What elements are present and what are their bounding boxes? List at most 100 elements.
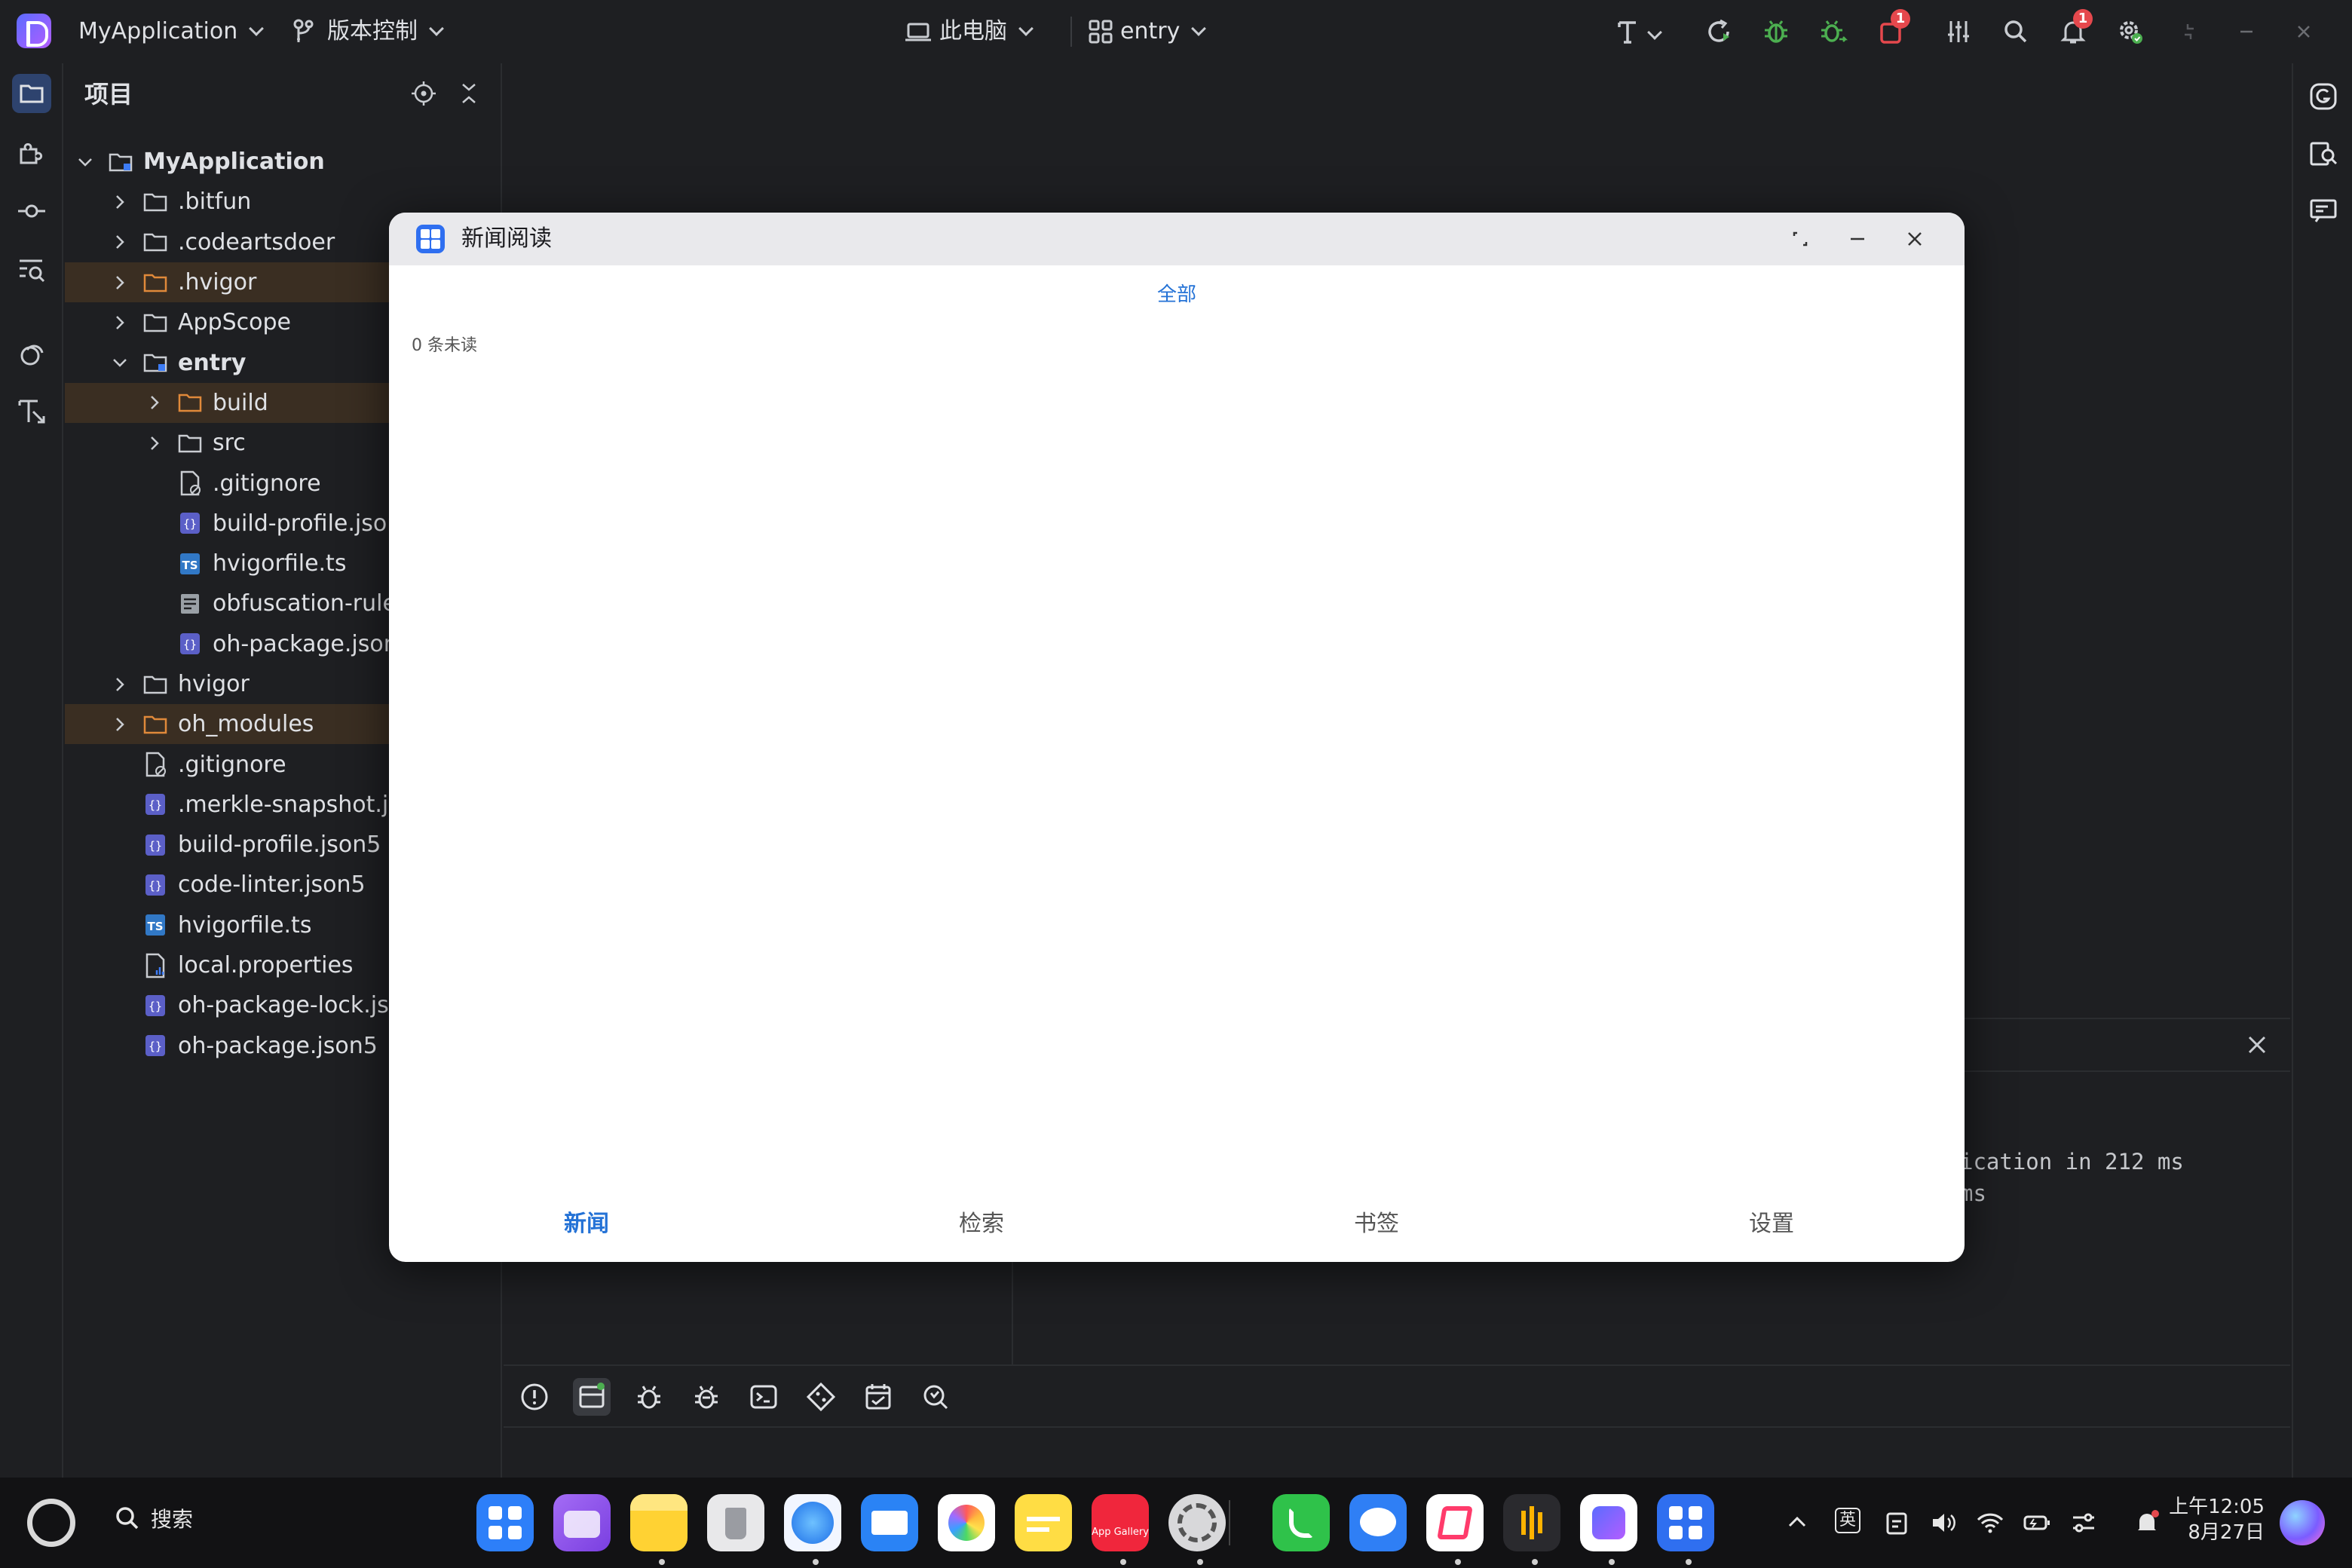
app-logo-icon <box>416 225 445 253</box>
git-icon[interactable] <box>802 1378 840 1416</box>
tree-row-label: build-profile.json5 <box>178 831 381 859</box>
running-indicator <box>659 1559 665 1565</box>
clipboard-icon[interactable] <box>1880 1506 1913 1539</box>
problems-icon[interactable] <box>516 1378 553 1416</box>
app-window-titlebar[interactable]: 新闻阅读 <box>389 213 1965 265</box>
restore-icon[interactable] <box>2174 17 2204 47</box>
chevron-right-icon[interactable] <box>109 311 131 334</box>
nav-news[interactable]: 新闻 <box>511 1205 662 1238</box>
tree-row-label: MyApplication <box>143 149 325 176</box>
chevron-right-icon[interactable] <box>109 191 131 213</box>
chevron-right-icon[interactable] <box>109 713 131 736</box>
project-switcher[interactable]: MyApplication <box>78 0 265 63</box>
title-divider <box>1070 17 1072 47</box>
ime-indicator[interactable]: 英 <box>1835 1508 1860 1533</box>
codegenie-icon[interactable] <box>12 335 51 374</box>
multitask-icon[interactable] <box>553 1494 611 1551</box>
build-hammer-icon[interactable] <box>1613 17 1643 47</box>
deveco-logo-icon[interactable] <box>17 14 51 48</box>
chevron-down-icon[interactable] <box>109 351 131 374</box>
messages-icon[interactable] <box>1349 1494 1407 1551</box>
module-folder-icon <box>140 348 170 378</box>
nav-settings[interactable]: 设置 <box>1696 1205 1847 1238</box>
chevron-up-icon[interactable] <box>1781 1506 1814 1539</box>
gear-check-icon[interactable] <box>2115 17 2145 47</box>
properties-file-icon <box>140 951 170 981</box>
arkui-inspector-icon[interactable] <box>12 392 51 431</box>
vcs-menu[interactable]: 版本控制 <box>327 0 444 63</box>
tree-row-label: .gitignore <box>213 470 321 497</box>
rerun-icon[interactable] <box>1704 17 1734 47</box>
settings-sliders-icon[interactable] <box>1943 17 1974 47</box>
structure-search-icon[interactable] <box>12 250 51 289</box>
collapse-all-icon[interactable] <box>454 78 484 109</box>
battery-icon[interactable] <box>2020 1506 2053 1539</box>
news-app-taskbar-icon[interactable] <box>1657 1494 1714 1551</box>
close-icon[interactable] <box>1901 225 1928 253</box>
maximize-icon[interactable] <box>1787 225 1814 253</box>
device-selector[interactable]: 此电脑 <box>939 0 1034 63</box>
g-assistant-icon[interactable] <box>2305 78 2341 115</box>
terminal-icon[interactable] <box>745 1378 782 1416</box>
plugin-icon[interactable] <box>12 133 51 172</box>
nav-bookmarks[interactable]: 书签 <box>1301 1205 1452 1238</box>
photos-icon[interactable] <box>938 1494 995 1551</box>
folder-icon <box>140 669 170 700</box>
log-bug-icon[interactable] <box>688 1378 725 1416</box>
tab-all[interactable]: 全部 <box>389 279 1965 307</box>
clock[interactable]: 上午12:05 8月27日 <box>2162 1494 2265 1545</box>
mail-icon[interactable] <box>861 1494 918 1551</box>
minimize-icon[interactable] <box>1844 225 1871 253</box>
start-button[interactable] <box>27 1499 75 1547</box>
chevron-right-icon[interactable] <box>143 391 166 414</box>
search-icon[interactable] <box>2001 17 2031 47</box>
chevron-down-icon[interactable] <box>1647 25 1662 40</box>
locate-icon[interactable] <box>409 78 439 109</box>
chevron-right-icon[interactable] <box>109 231 131 253</box>
minimize-icon[interactable] <box>2231 17 2262 47</box>
bottom-tool-strip <box>504 1364 2290 1426</box>
notification-panel-icon[interactable] <box>2305 193 2341 229</box>
nav-search[interactable]: 检索 <box>906 1205 1057 1238</box>
chevron-down-icon[interactable] <box>74 151 96 173</box>
close-panel-icon[interactable] <box>2243 1031 2271 1058</box>
app-gallery-icon[interactable]: App Gallery <box>1092 1494 1149 1551</box>
browser-icon[interactable] <box>784 1494 841 1551</box>
control-center-icon[interactable] <box>2067 1506 2100 1539</box>
debug-icon[interactable] <box>1761 17 1791 47</box>
chevron-right-icon[interactable] <box>109 673 131 696</box>
notes-icon[interactable] <box>1015 1494 1072 1551</box>
project-folder-icon[interactable] <box>12 74 51 113</box>
notification-bell-icon[interactable] <box>2130 1506 2164 1539</box>
attach-debugger-icon[interactable] <box>1818 17 1848 47</box>
debug-window-icon[interactable] <box>630 1378 668 1416</box>
audio-app-icon[interactable] <box>1503 1494 1560 1551</box>
close-icon[interactable] <box>2289 17 2319 47</box>
tree-row-label: .bitfun <box>178 188 252 216</box>
json-file-icon: {} <box>140 1031 170 1061</box>
tree-row[interactable]: MyApplication <box>65 142 501 182</box>
console-line-1: ication in 212 ms <box>1960 1149 2184 1174</box>
previewer-icon[interactable] <box>2305 136 2341 172</box>
app-launcher-icon[interactable] <box>476 1494 534 1551</box>
taskbar-search[interactable]: 搜索 <box>113 1503 193 1533</box>
run-window-icon[interactable] <box>573 1378 611 1416</box>
phone-icon[interactable] <box>1272 1494 1330 1551</box>
chevron-right-icon[interactable] <box>109 271 131 294</box>
wifi-icon[interactable] <box>1974 1506 2007 1539</box>
code-linter-icon[interactable] <box>917 1378 954 1416</box>
bottom-nav: 新闻 检索 书签 设置 <box>389 1205 1965 1250</box>
creative-app-icon[interactable] <box>1426 1494 1484 1551</box>
files-icon[interactable] <box>630 1494 688 1551</box>
todo-icon[interactable] <box>859 1378 897 1416</box>
module-selector[interactable]: entry <box>1120 0 1207 63</box>
system-settings-icon[interactable] <box>1168 1494 1226 1551</box>
chevron-right-icon[interactable] <box>143 432 166 455</box>
deveco-studio-icon[interactable] <box>1580 1494 1637 1551</box>
trash-icon[interactable] <box>707 1494 764 1551</box>
commit-icon[interactable] <box>12 191 51 231</box>
assistant-orb-icon[interactable] <box>2280 1500 2325 1545</box>
app-gallery-label: App Gallery <box>1092 1527 1149 1538</box>
volume-icon[interactable] <box>1927 1506 1960 1539</box>
